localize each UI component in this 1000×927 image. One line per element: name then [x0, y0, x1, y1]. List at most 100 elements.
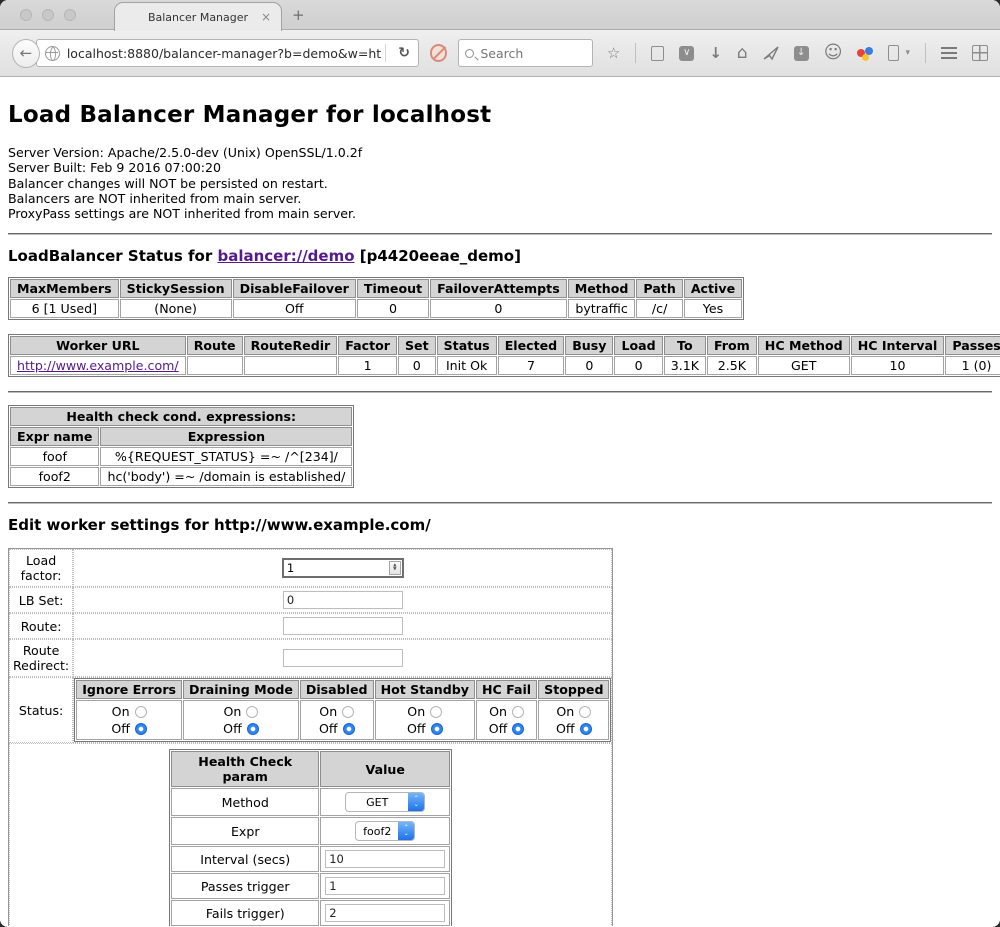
- new-tab-button[interactable]: +: [292, 6, 305, 24]
- send-tab-icon[interactable]: [763, 46, 779, 60]
- browser-window: Balancer Manager × + ← localhost:8880/ba…: [0, 0, 1000, 927]
- form-row-health-check: Health Check param Value Method GET ⌃⌄: [9, 743, 612, 926]
- method-select[interactable]: GET ⌃⌄: [345, 792, 425, 812]
- health-check-table: Health Check param Value Method GET ⌃⌄: [169, 749, 452, 926]
- divider: [8, 502, 992, 504]
- col-set: Set: [398, 336, 436, 355]
- passes-trigger-label: Passes trigger: [171, 873, 319, 899]
- home-icon[interactable]: ⌂: [737, 45, 748, 62]
- server-info: Server Version: Apache/2.5.0-dev (Unix) …: [8, 145, 992, 221]
- bookmarks-menu-icon[interactable]: [651, 46, 664, 61]
- toolbar-divider: [635, 43, 636, 63]
- form-row-route-redirect: Route Redirect:: [9, 639, 612, 677]
- col-ignore-errors: Ignore Errors: [76, 680, 182, 699]
- cell-busy: 0: [565, 356, 613, 375]
- edit-worker-heading: Edit worker settings for http://www.exam…: [8, 516, 992, 534]
- lb-set-input[interactable]: [283, 591, 403, 609]
- page-title: Load Balancer Manager for localhost: [8, 77, 992, 128]
- cell-worker-url: http://www.example.com/: [10, 356, 186, 375]
- col-failoverattempts: FailoverAttempts: [430, 279, 567, 298]
- reload-icon[interactable]: ↻: [390, 45, 418, 61]
- on-label: On: [319, 703, 337, 720]
- hc-row-passes: Passes trigger: [171, 873, 450, 899]
- col-method: Method: [568, 279, 636, 298]
- tab-balancer-manager[interactable]: Balancer Manager ×: [114, 2, 282, 31]
- extension-dots-icon[interactable]: [857, 45, 873, 61]
- expression-row: foof2 hc('body') =~ /domain is establish…: [10, 467, 352, 486]
- url-bar[interactable]: localhost:8880/balancer-manager?b=demo&w…: [36, 39, 419, 67]
- hot-standby-off-radio[interactable]: [431, 723, 443, 735]
- balancer-demo-link[interactable]: balancer://demo: [217, 247, 354, 265]
- col-active: Active: [684, 279, 742, 298]
- fails-trigger-input[interactable]: [325, 904, 445, 922]
- off-label: Off: [111, 720, 130, 737]
- disabled-off-radio[interactable]: [343, 723, 355, 735]
- divider: [8, 233, 992, 235]
- route-input[interactable]: [283, 617, 403, 635]
- method-select-value: GET: [346, 796, 408, 809]
- col-to: To: [664, 336, 706, 355]
- save-page-icon[interactable]: ↓: [794, 46, 809, 61]
- hc-fail-on-radio[interactable]: [512, 706, 524, 718]
- hc-fail-off-radio[interactable]: [512, 723, 524, 735]
- minimize-window-button[interactable]: [42, 9, 54, 21]
- persist-note-line: Balancer changes will NOT be persisted o…: [8, 176, 992, 191]
- col-worker-url: Worker URL: [10, 336, 186, 355]
- worker-url-link[interactable]: http://www.example.com/: [17, 358, 179, 373]
- close-window-button[interactable]: [20, 9, 32, 21]
- navigation-toolbar: ← localhost:8880/balancer-manager?b=demo…: [0, 30, 1000, 77]
- zoom-window-button[interactable]: [64, 9, 76, 21]
- urlbar-divider: [385, 44, 386, 62]
- worker-row: http://www.example.com/ 1 0 Init Ok 7 0 …: [10, 356, 1000, 375]
- col-expression: Expression: [100, 427, 352, 446]
- ignore-errors-on-radio[interactable]: [135, 706, 147, 718]
- content-blocker-icon[interactable]: [430, 44, 447, 62]
- cell-from: 2.5K: [707, 356, 757, 375]
- col-disabled: Disabled: [300, 680, 374, 699]
- status-label: Status:: [9, 677, 73, 743]
- interval-input[interactable]: [325, 850, 445, 868]
- disabled-on-radio[interactable]: [342, 706, 354, 718]
- bookmark-star-icon[interactable]: ☆: [607, 46, 620, 61]
- passes-trigger-input[interactable]: [325, 877, 445, 895]
- inherit-note-line: Balancers are NOT inherited from main se…: [8, 191, 992, 206]
- load-factor-input[interactable]: 1 ▲▼: [282, 558, 404, 578]
- pocket-icon[interactable]: ∨: [679, 46, 694, 61]
- interval-label: Interval (secs): [171, 846, 319, 872]
- dropdown-caret-icon[interactable]: ▾: [905, 48, 910, 58]
- balancer-status-heading: LoadBalancer Status for balancer://demo …: [8, 247, 992, 265]
- col-hc-value: Value: [320, 751, 450, 787]
- balancer-status-table: MaxMembers StickySession DisableFailover…: [8, 277, 744, 320]
- draining-mode-on-radio[interactable]: [246, 706, 258, 718]
- hello-chat-icon[interactable]: ☺: [824, 44, 843, 62]
- hot-standby-on-radio[interactable]: [430, 706, 442, 718]
- route-redirect-input[interactable]: [283, 649, 403, 667]
- col-hot-standby: Hot Standby: [375, 680, 475, 699]
- cell-maxmembers: 6 [1 Used]: [10, 299, 119, 318]
- ignore-errors-off-radio[interactable]: [135, 723, 147, 735]
- hc-row-method: Method GET ⌃⌄: [171, 788, 450, 816]
- col-hc-fail: HC Fail: [476, 680, 537, 699]
- tab-close-icon[interactable]: ×: [261, 10, 271, 24]
- draining-mode-off-radio[interactable]: [247, 723, 259, 735]
- downloads-icon[interactable]: ↓: [709, 46, 722, 61]
- tab-groups-icon[interactable]: [972, 45, 988, 61]
- search-input[interactable]: [480, 46, 580, 61]
- hc-row-expr: Expr foof2 ⌃⌄: [171, 817, 450, 845]
- expr-select[interactable]: foof2 ⌃⌄: [355, 821, 415, 841]
- session-manager-icon[interactable]: [888, 45, 899, 61]
- stopped-radios: On Off: [538, 700, 609, 740]
- search-bar[interactable]: [458, 39, 593, 67]
- back-button[interactable]: ←: [12, 39, 40, 68]
- url-text[interactable]: localhost:8880/balancer-manager?b=demo&w…: [67, 46, 381, 61]
- cell-passes: 1 (0): [945, 356, 1000, 375]
- globe-icon: [45, 46, 60, 61]
- number-spinner-icon[interactable]: ▲▼: [389, 561, 401, 575]
- on-label: On: [556, 703, 574, 720]
- stopped-on-radio[interactable]: [579, 706, 591, 718]
- edit-worker-form: Load factor: 1 ▲▼ LB Set: Route: Route R…: [8, 548, 613, 926]
- menu-icon[interactable]: [941, 47, 957, 59]
- load-factor-label: Load factor:: [9, 549, 73, 587]
- cell-failoverattempts: 0: [430, 299, 567, 318]
- stopped-off-radio[interactable]: [580, 723, 592, 735]
